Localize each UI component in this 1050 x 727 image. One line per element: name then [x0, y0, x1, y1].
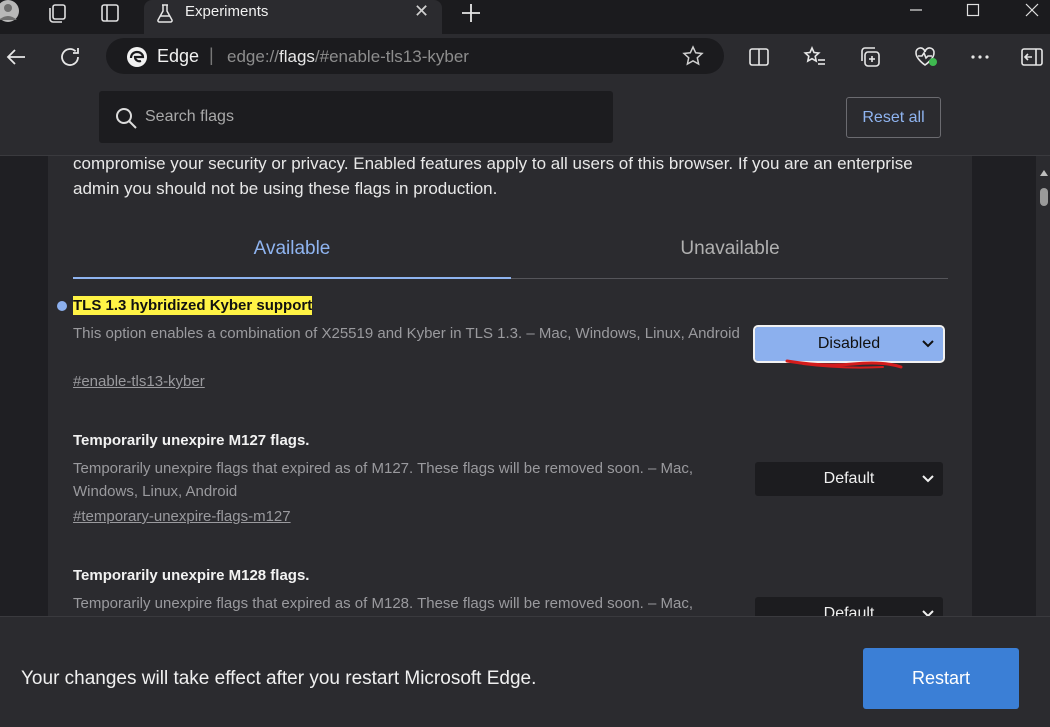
flag-item-unexpire-m128: Temporarily unexpire M128 flags. Tempora…	[73, 566, 948, 616]
search-box[interactable]	[99, 91, 613, 143]
chevron-down-icon	[921, 336, 935, 355]
flags-content: compromise your security or privacy. Ena…	[0, 156, 1050, 616]
flag-anchor-link[interactable]: #temporary-unexpire-flags-m127	[73, 508, 291, 525]
tab-unavailable[interactable]: Unavailable	[511, 238, 949, 260]
flag-state-select[interactable]: Default	[755, 597, 943, 616]
search-icon	[114, 106, 138, 135]
favorite-star-icon[interactable]	[682, 45, 704, 72]
navigation-bar: Edge | edge://flags/#enable-tls13-kyber	[0, 34, 1050, 80]
restart-message: Your changes will take effect after you …	[21, 668, 537, 689]
flag-title: Temporarily unexpire M128 flags.	[73, 567, 310, 584]
tab-available[interactable]: Available	[73, 238, 511, 260]
url-host: flags	[279, 47, 315, 66]
flag-state-select[interactable]: Default	[755, 462, 943, 496]
address-separator: |	[209, 45, 214, 65]
favorites-icon[interactable]	[803, 45, 827, 74]
modified-flag-bullet	[57, 301, 67, 311]
tab-title: Experiments	[185, 3, 269, 20]
flag-description: This option enables a combination of X25…	[73, 325, 740, 342]
flag-state-value: Default	[823, 605, 875, 616]
warning-text: compromise your security or privacy. Ena…	[73, 156, 913, 198]
refresh-icon[interactable]	[58, 45, 82, 74]
address-label: Edge	[157, 46, 200, 66]
flag-anchor-link[interactable]: #enable-tls13-kyber	[73, 373, 205, 390]
new-tab-icon[interactable]	[458, 0, 484, 26]
restart-bar: Your changes will take effect after you …	[0, 616, 1050, 727]
scroll-thumb[interactable]	[1040, 188, 1048, 206]
flag-title: Temporarily unexpire M127 flags.	[73, 432, 310, 449]
sidebar-icon[interactable]	[1020, 46, 1044, 73]
flag-state-value: Disabled	[817, 335, 881, 352]
page-scrollbar[interactable]	[1036, 156, 1050, 616]
profile-icon[interactable]	[0, 0, 24, 26]
tab-actions-icon[interactable]	[97, 0, 123, 26]
scroll-up-arrow-icon[interactable]	[1039, 164, 1049, 182]
close-icon[interactable]: ✕	[414, 1, 429, 22]
flag-item-tls13-kyber: TLS 1.3 hybridized Kyber support This op…	[73, 296, 948, 396]
collections-icon[interactable]	[858, 45, 882, 74]
flags-search-header: Reset all	[0, 80, 1050, 156]
restart-button[interactable]: Restart	[863, 648, 1019, 709]
flag-title: TLS 1.3 hybridized Kyber support	[73, 296, 313, 315]
tab-selected-indicator	[73, 277, 511, 279]
chevron-down-icon	[921, 606, 935, 616]
flags-panel: compromise your security or privacy. Ena…	[48, 156, 972, 616]
workspaces-icon[interactable]	[44, 0, 70, 26]
red-underline-annotation	[785, 359, 903, 369]
split-screen-icon[interactable]	[747, 45, 771, 74]
chevron-down-icon	[921, 471, 935, 490]
url-text[interactable]: edge://flags/#enable-tls13-kyber	[227, 47, 469, 67]
url-prefix: edge://	[227, 47, 279, 66]
browser-essentials-icon[interactable]	[913, 45, 939, 74]
flag-state-value: Default	[823, 470, 875, 487]
search-input[interactable]	[145, 105, 585, 129]
tab-experiments[interactable]: Experiments ✕	[144, 0, 442, 34]
maximize-icon[interactable]	[953, 0, 993, 20]
reset-all-button[interactable]: Reset all	[846, 97, 941, 138]
experiments-flask-icon	[156, 3, 174, 28]
tab-strip: Experiments ✕	[0, 0, 1050, 34]
url-path: /#enable-tls13-kyber	[314, 47, 469, 66]
back-icon[interactable]	[4, 45, 28, 74]
minimize-icon[interactable]	[896, 0, 936, 20]
edge-logo-icon	[126, 46, 148, 73]
window-close-icon[interactable]	[1012, 0, 1050, 20]
flag-item-unexpire-m127: Temporarily unexpire M127 flags. Tempora…	[73, 431, 948, 531]
flag-description: Temporarily unexpire flags that expired …	[73, 595, 694, 612]
more-icon[interactable]	[968, 45, 992, 74]
flag-description: Temporarily unexpire flags that expired …	[73, 460, 694, 500]
address-bar[interactable]: Edge | edge://flags/#enable-tls13-kyber	[106, 38, 724, 74]
